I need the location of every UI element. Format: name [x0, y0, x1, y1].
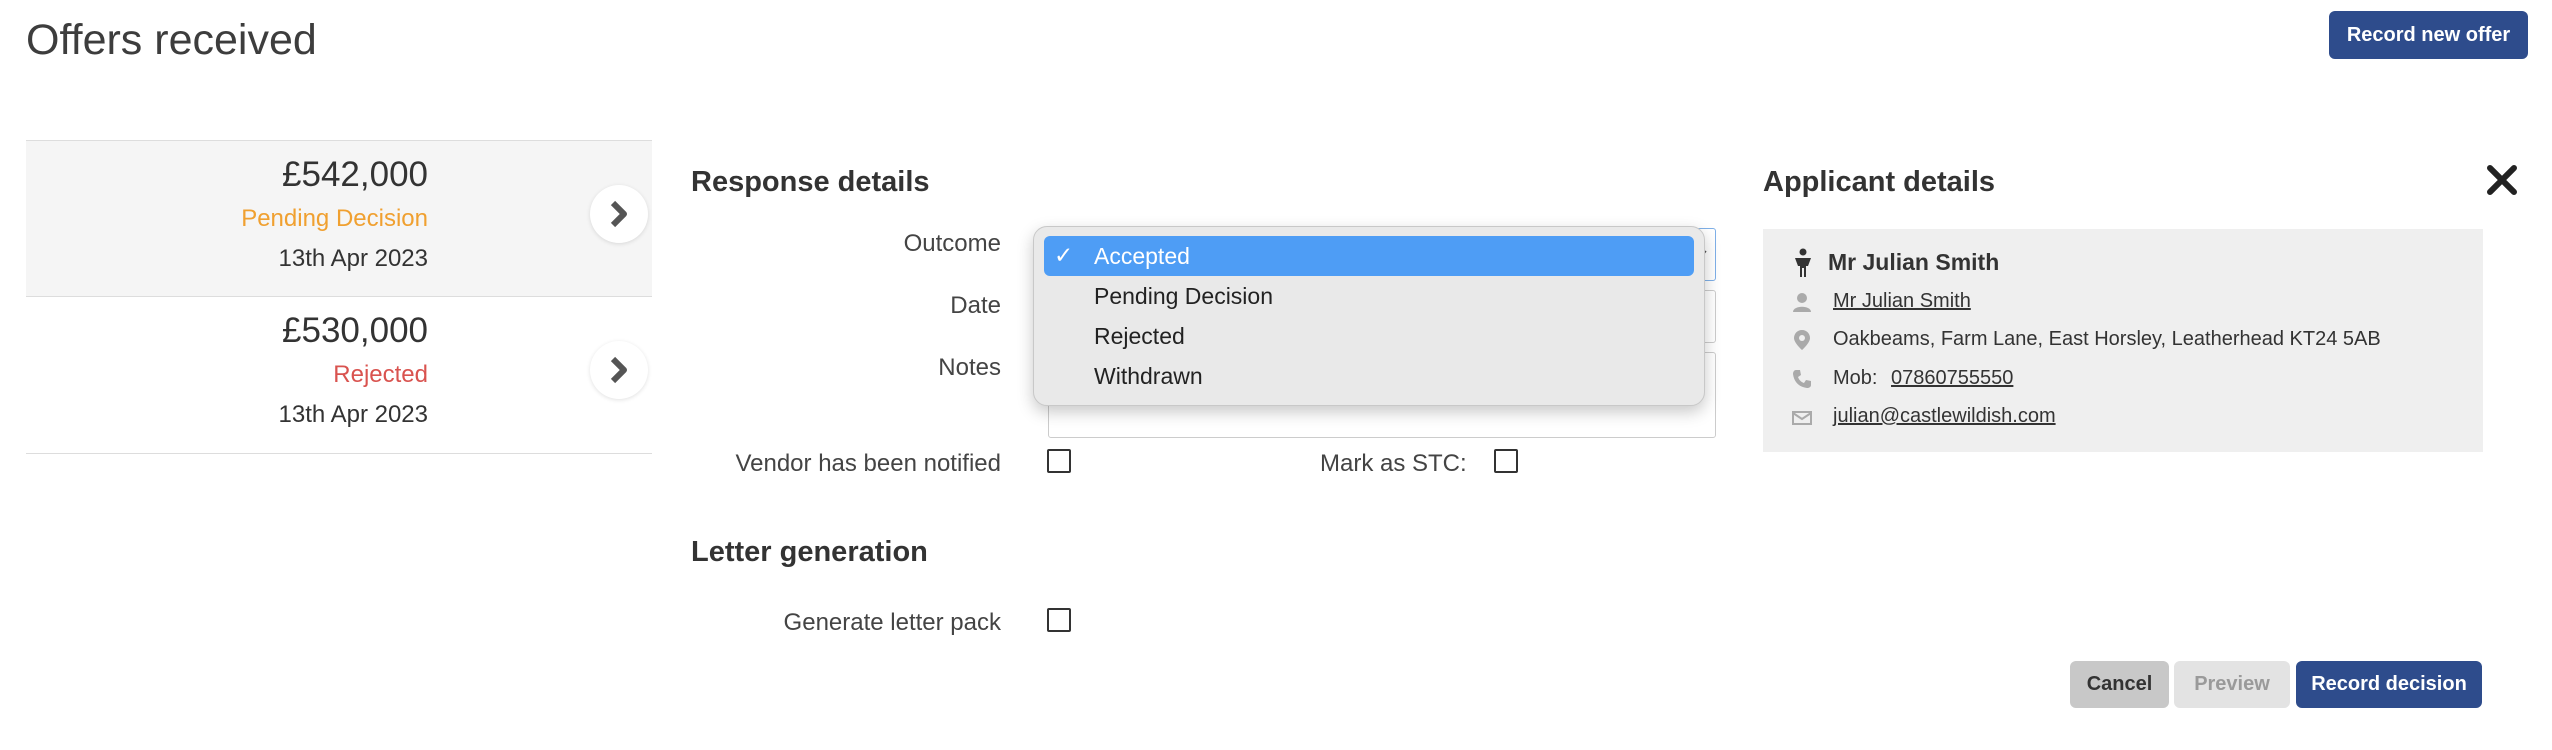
phone-icon — [1793, 370, 1811, 388]
vendor-notified-label: Vendor has been notified — [735, 450, 1001, 477]
outcome-option-label: Accepted — [1094, 242, 1190, 269]
offer-date: 13th Apr 2023 — [278, 401, 428, 428]
mobile-number-link[interactable]: 07860755550 — [1891, 367, 2013, 389]
outcome-option-label: Pending Decision — [1094, 282, 1274, 309]
outcome-option-rejected[interactable]: Rejected — [1044, 316, 1694, 356]
cancel-button[interactable]: Cancel — [2070, 661, 2169, 708]
outcome-option-label: Withdrawn — [1094, 362, 1203, 389]
offer-card[interactable]: £530,000 Rejected 13th Apr 2023 — [26, 297, 652, 454]
mark-stc-label: Mark as STC: — [1320, 450, 1467, 477]
person-icon — [1795, 248, 1811, 277]
offer-card[interactable]: £542,000 Pending Decision 13th Apr 2023 — [26, 140, 652, 297]
user-icon — [1793, 293, 1811, 312]
chevron-right-icon — [610, 200, 627, 228]
applicant-details-heading: Applicant details — [1763, 166, 1996, 198]
chevron-right-icon — [610, 356, 627, 384]
mail-icon — [1792, 411, 1812, 425]
mark-stc-checkbox[interactable] — [1494, 449, 1518, 473]
outcome-option-accepted[interactable]: ✓ Accepted — [1044, 236, 1694, 276]
mobile-row: Mob: 07860755550 — [1833, 367, 2013, 390]
vendor-notified-checkbox[interactable] — [1047, 449, 1071, 473]
page-title: Offers received — [26, 16, 317, 64]
applicant-panel: Mr Julian Smith Mr Julian Smith Oakbeams… — [1763, 229, 2483, 452]
applicant-address: Oakbeams, Farm Lane, East Horsley, Leath… — [1833, 328, 2381, 350]
date-label: Date — [950, 292, 1001, 319]
generate-letter-label: Generate letter pack — [783, 609, 1001, 636]
offer-amount: £542,000 — [282, 155, 428, 194]
outcome-label: Outcome — [903, 230, 1001, 257]
offer-status: Pending Decision — [241, 205, 428, 232]
open-offer-button[interactable] — [590, 185, 648, 243]
applicant-name-heading: Mr Julian Smith — [1828, 249, 2000, 275]
notes-label: Notes — [938, 354, 1001, 381]
outcome-option-label: Rejected — [1094, 322, 1185, 349]
response-details-heading: Response details — [691, 166, 930, 198]
email-link[interactable]: julian@castlewildish.com — [1833, 405, 2056, 428]
offer-amount: £530,000 — [282, 311, 428, 350]
outcome-dropdown-menu: ✓ Accepted Pending Decision Rejected Wit… — [1033, 226, 1705, 406]
outcome-option-withdrawn[interactable]: Withdrawn — [1044, 356, 1694, 396]
offer-date: 13th Apr 2023 — [278, 245, 428, 272]
outcome-option-pending[interactable]: Pending Decision — [1044, 276, 1694, 316]
letter-generation-heading: Letter generation — [691, 536, 928, 568]
checkmark-icon: ✓ — [1054, 242, 1074, 268]
record-new-offer-button[interactable]: Record new offer — [2329, 11, 2528, 59]
applicant-name-link[interactable]: Mr Julian Smith — [1833, 290, 1971, 313]
offer-status: Rejected — [333, 361, 428, 388]
open-offer-button[interactable] — [590, 341, 648, 399]
close-icon[interactable] — [2484, 162, 2520, 198]
preview-button[interactable]: Preview — [2174, 661, 2290, 708]
generate-letter-checkbox[interactable] — [1047, 608, 1071, 632]
location-pin-icon — [1794, 330, 1810, 350]
mobile-label: Mob: — [1833, 367, 1878, 389]
record-decision-button[interactable]: Record decision — [2296, 661, 2482, 708]
